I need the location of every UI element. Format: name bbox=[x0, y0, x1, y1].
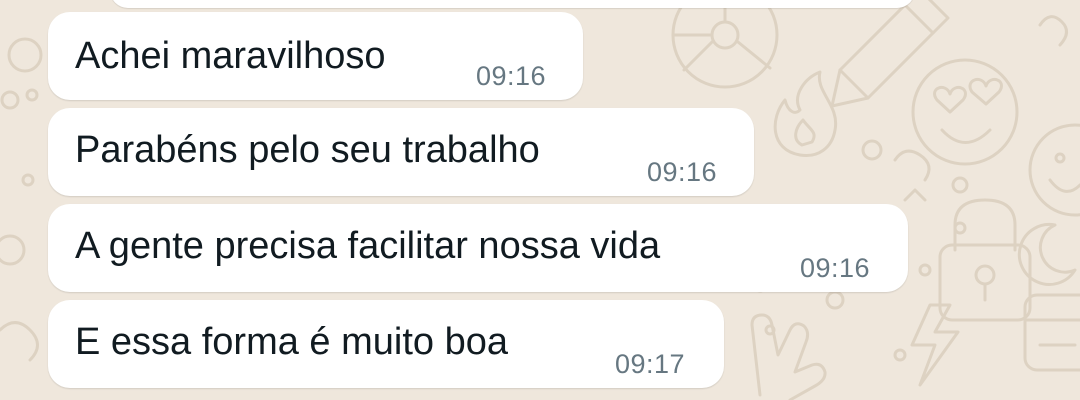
message-text: Achei maravilhoso bbox=[75, 35, 386, 77]
message-bubble[interactable]: A gente precisa facilitar nossa vida 09:… bbox=[48, 204, 908, 292]
message-text: Parabéns pelo seu trabalho bbox=[75, 129, 540, 171]
message-timestamp: 09:16 bbox=[476, 61, 547, 91]
message-text: A gente precisa facilitar nossa vida bbox=[75, 225, 661, 267]
message-timestamp: 09:16 bbox=[800, 253, 871, 283]
message-timestamp: 09:17 bbox=[615, 349, 686, 379]
message-bubble[interactable]: Parabéns pelo seu trabalho 09:16 bbox=[48, 108, 754, 196]
previous-message-bubble[interactable] bbox=[110, 0, 915, 8]
chat-message-list: Achei maravilhoso 09:16 Parabéns pelo se… bbox=[0, 0, 1080, 400]
message-text: E essa forma é muito boa bbox=[75, 321, 508, 363]
message-bubble[interactable]: Achei maravilhoso 09:16 bbox=[48, 12, 583, 100]
message-timestamp: 09:16 bbox=[647, 157, 718, 187]
message-bubble[interactable]: E essa forma é muito boa 09:17 bbox=[48, 300, 724, 388]
